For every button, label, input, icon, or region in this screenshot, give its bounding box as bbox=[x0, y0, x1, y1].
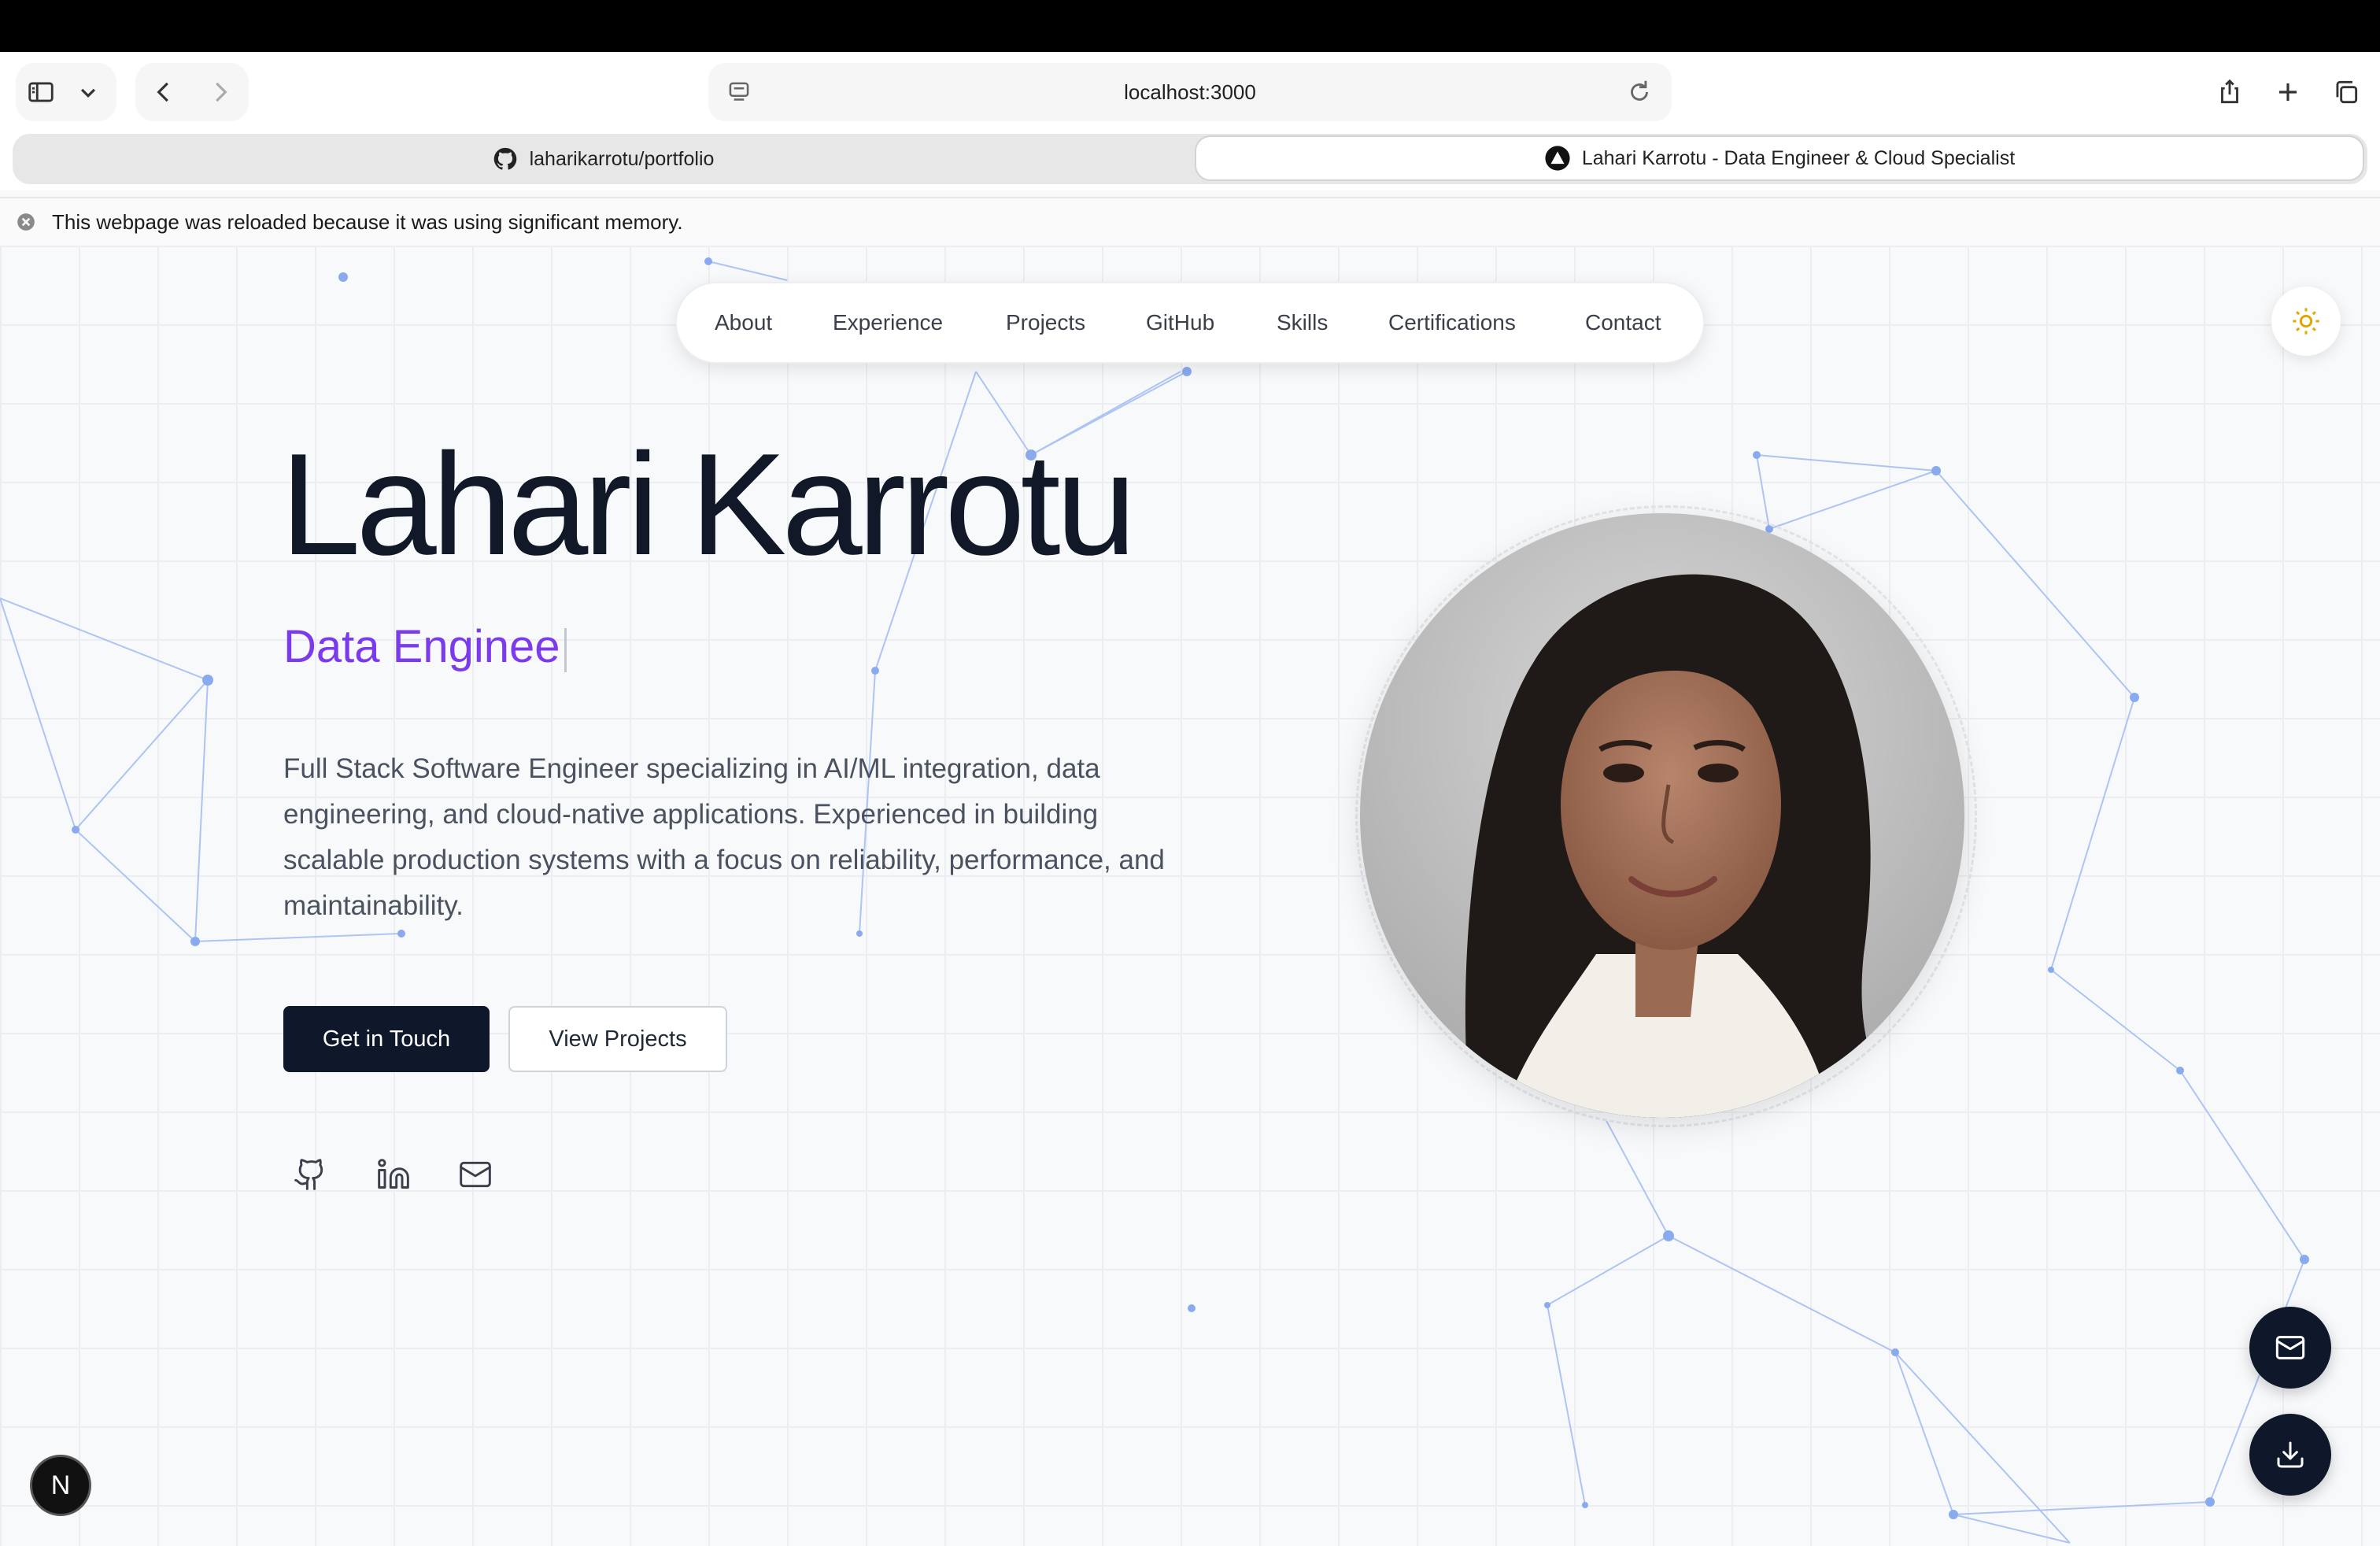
linkedin-link[interactable] bbox=[368, 1149, 419, 1200]
typing-caret bbox=[564, 627, 567, 672]
tab-github-repo[interactable]: laharikarrotu/portfolio bbox=[13, 134, 1193, 184]
profile-photo bbox=[1360, 513, 1964, 1118]
github-link[interactable] bbox=[285, 1149, 335, 1200]
view-projects-button[interactable]: View Projects bbox=[508, 1006, 727, 1072]
get-in-touch-button[interactable]: Get in Touch bbox=[283, 1006, 490, 1072]
mail-icon bbox=[460, 1161, 491, 1188]
nav-about[interactable]: About bbox=[715, 283, 772, 362]
nav-experience[interactable]: Experience bbox=[833, 283, 943, 362]
github-icon bbox=[294, 1159, 323, 1190]
theme-toggle-button[interactable] bbox=[2271, 287, 2341, 356]
close-circle-icon[interactable] bbox=[16, 212, 36, 232]
contact-fab[interactable] bbox=[2249, 1307, 2331, 1389]
chevron-down-icon[interactable] bbox=[66, 67, 110, 117]
address-bar[interactable]: localhost:3000 bbox=[708, 63, 1672, 121]
tab-label: Lahari Karrotu - Data Engineer & Cloud S… bbox=[1581, 146, 2016, 169]
profile-photo-illustration bbox=[1360, 513, 1964, 1118]
tab-strip: laharikarrotu/portfolio Lahari Karrotu -… bbox=[13, 134, 2367, 184]
history-nav-group bbox=[135, 63, 249, 121]
download-resume-fab[interactable] bbox=[2249, 1414, 2331, 1496]
email-link[interactable] bbox=[450, 1149, 501, 1200]
main-nav: About Experience Projects GitHub Skills … bbox=[675, 282, 1705, 364]
tab-overview-icon[interactable] bbox=[2320, 66, 2372, 118]
nextjs-dev-badge[interactable]: N bbox=[30, 1455, 91, 1516]
github-icon bbox=[493, 147, 516, 170]
tab-label: laharikarrotu/portfolio bbox=[529, 147, 715, 170]
hero-role-typewriter: Data Enginee bbox=[283, 620, 567, 673]
badge-letter: N bbox=[50, 1470, 71, 1500]
url-text: localhost:3000 bbox=[1124, 80, 1256, 104]
hero-name: Lahari Karrotu bbox=[280, 423, 1136, 585]
sidebar-icon[interactable] bbox=[16, 67, 66, 117]
nav-projects[interactable]: Projects bbox=[1006, 283, 1085, 362]
sun-icon bbox=[2293, 308, 2319, 335]
memory-reload-infobar: This webpage was reloaded because it was… bbox=[0, 197, 2380, 247]
back-icon[interactable] bbox=[135, 67, 192, 117]
nav-github[interactable]: GitHub bbox=[1146, 283, 1214, 362]
browser-actions bbox=[2204, 66, 2372, 118]
forward-icon[interactable] bbox=[192, 67, 249, 117]
linkedin-icon bbox=[378, 1159, 409, 1189]
system-top-bar bbox=[0, 0, 2380, 52]
infobar-message: This webpage was reloaded because it was… bbox=[52, 209, 683, 234]
portfolio-page: About Experience Projects GitHub Skills … bbox=[0, 246, 2380, 1546]
reload-icon[interactable] bbox=[1624, 77, 1654, 107]
tab-portfolio[interactable]: Lahari Karrotu - Data Engineer & Cloud S… bbox=[1195, 135, 2364, 181]
new-tab-icon[interactable] bbox=[2262, 66, 2314, 118]
share-icon[interactable] bbox=[2204, 66, 2256, 118]
nav-certifications[interactable]: Certifications bbox=[1388, 283, 1516, 362]
nav-skills[interactable]: Skills bbox=[1277, 283, 1328, 362]
sidebar-toggle-group bbox=[16, 63, 116, 121]
hero-description: Full Stack Software Engineer specializin… bbox=[283, 753, 1165, 921]
vercel-triangle-icon bbox=[1545, 146, 1570, 171]
mail-icon bbox=[2275, 1336, 2305, 1359]
download-icon bbox=[2277, 1441, 2304, 1468]
typed-role: Data Enginee bbox=[283, 621, 560, 672]
nav-contact[interactable]: Contact bbox=[1585, 283, 1661, 362]
